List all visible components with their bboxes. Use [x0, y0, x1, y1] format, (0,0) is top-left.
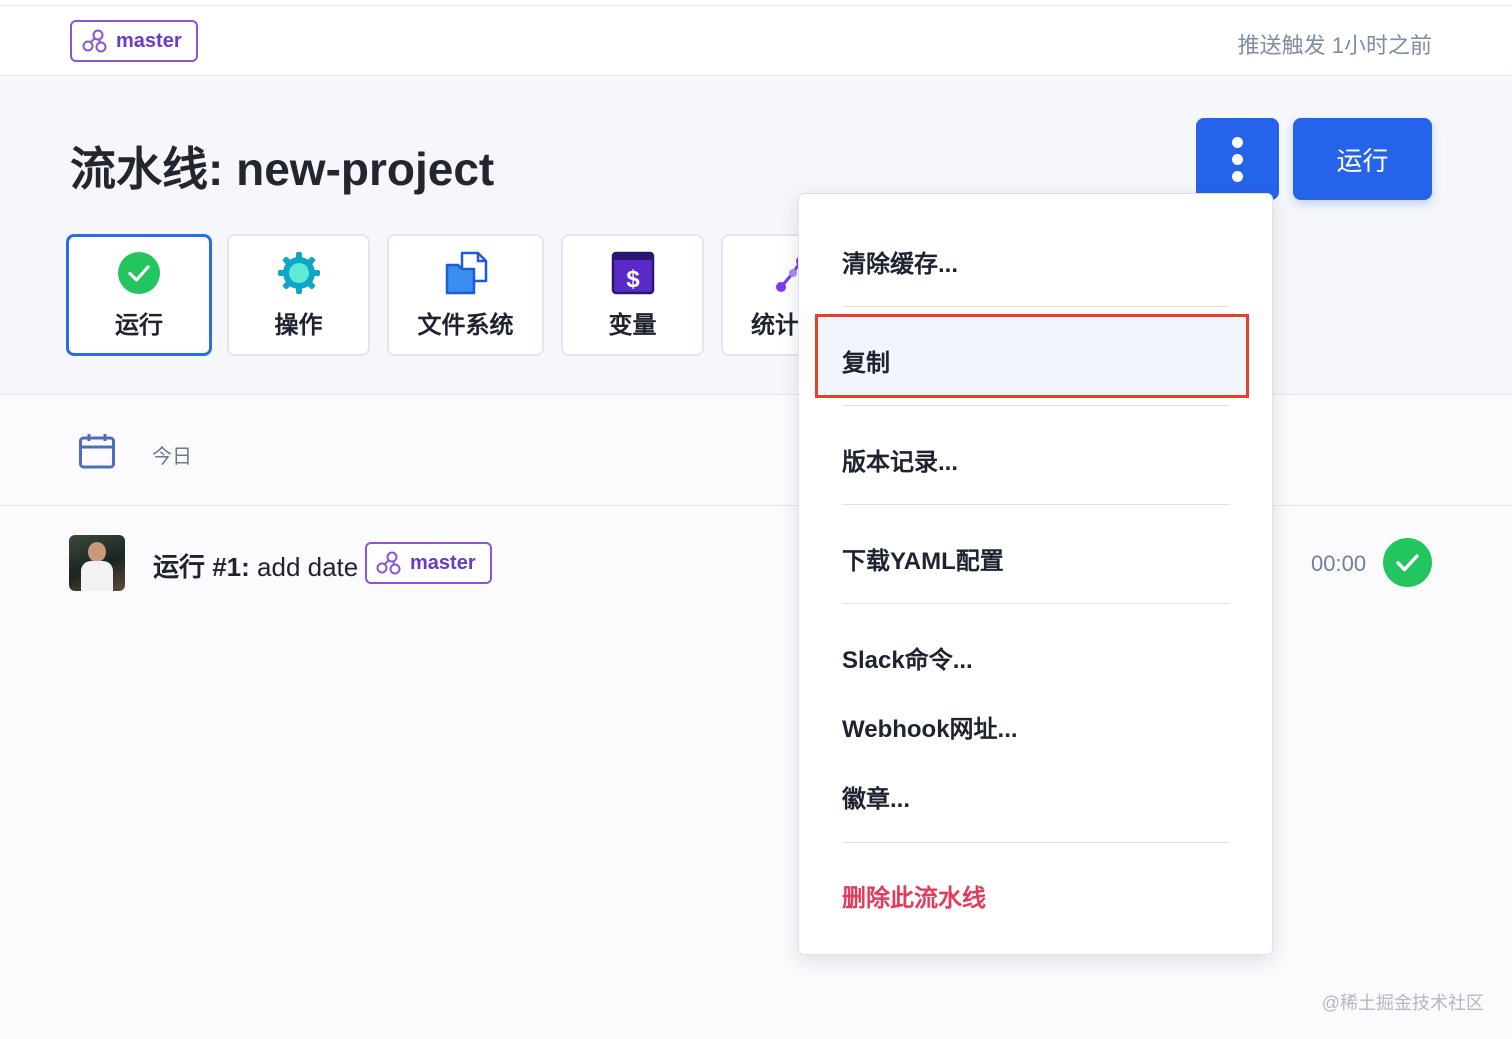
menu-item-slack-command[interactable]: Slack命令...: [842, 640, 973, 675]
branch-name: master: [410, 551, 476, 574]
menu-divider: [842, 603, 1230, 604]
branch-name: master: [116, 29, 182, 52]
more-options-button[interactable]: [1196, 118, 1279, 200]
tab-label: 统计: [751, 311, 799, 339]
files-icon: [444, 251, 488, 295]
menu-divider: [842, 504, 1230, 505]
page-title: 流水线: new-project: [70, 133, 494, 199]
tab-label: 文件系统: [417, 311, 514, 339]
tab-label: 运行: [115, 311, 163, 339]
menu-item-badges[interactable]: 徽章...: [842, 779, 910, 814]
tab-filesystem[interactable]: 文件系统: [387, 234, 544, 356]
tab-variables[interactable]: $ 变量: [561, 234, 704, 356]
menu-item-duplicate[interactable]: 复制: [842, 343, 890, 378]
menu-item-clear-cache[interactable]: 清除缓存...: [842, 244, 958, 279]
svg-text:$: $: [626, 266, 640, 293]
run-title[interactable]: 运行 #1: add date: [153, 547, 358, 584]
run-duration: 00:00: [1311, 551, 1367, 576]
date-group-header: 今日: [0, 396, 1512, 506]
run-list-item[interactable]: 运行 #1: add date master 00:00: [0, 507, 1512, 619]
menu-item-delete-pipeline[interactable]: 删除此流水线: [842, 878, 986, 913]
page-title-prefix: 流水线:: [70, 143, 237, 195]
menu-item-history[interactable]: 版本记录...: [842, 442, 958, 477]
tab-runs[interactable]: 运行: [66, 234, 212, 356]
check-circle-icon: [117, 251, 161, 295]
topbar: master 推送触发 1小时之前: [0, 6, 1512, 76]
gear-icon: [277, 251, 321, 295]
watermark: @稀土掘金技术社区: [1321, 993, 1484, 1013]
menu-divider: [842, 842, 1230, 843]
pipeline-header: 流水线: new-project 运行 运行 操作 文件系统 $ 变量 统计: [0, 77, 1512, 395]
branch-tag[interactable]: master: [70, 20, 198, 62]
menu-item-download-yaml[interactable]: 下载YAML配置: [842, 541, 1004, 576]
tab-label: 操作: [274, 311, 323, 339]
date-label: 今日: [152, 446, 192, 468]
avatar: [69, 535, 125, 591]
success-check-icon: [1383, 538, 1432, 587]
page-title-name: new-project: [236, 143, 495, 195]
pipeline-options-menu: 清除缓存... 复制 版本记录... 下载YAML配置 Slack命令... W…: [798, 193, 1273, 955]
run-branch-tag[interactable]: master: [365, 542, 492, 584]
more-dot-icon: [1232, 153, 1243, 165]
trigger-info: 推送触发 1小时之前: [1237, 33, 1432, 58]
more-dot-icon: [1232, 136, 1243, 148]
branch-icon: [376, 551, 401, 575]
calendar-icon: [79, 434, 115, 469]
tab-actions[interactable]: 操作: [227, 234, 370, 356]
run-message: add date: [249, 552, 359, 582]
menu-divider: [842, 405, 1230, 406]
menu-divider: [842, 306, 1230, 307]
more-dot-icon: [1232, 170, 1243, 182]
run-button[interactable]: 运行: [1293, 118, 1432, 200]
run-number: 运行 #1:: [153, 552, 250, 582]
tab-label: 变量: [608, 311, 657, 339]
dollar-icon: $: [611, 251, 655, 295]
branch-icon: [82, 29, 107, 53]
menu-item-webhook-url[interactable]: Webhook网址...: [842, 709, 1018, 744]
